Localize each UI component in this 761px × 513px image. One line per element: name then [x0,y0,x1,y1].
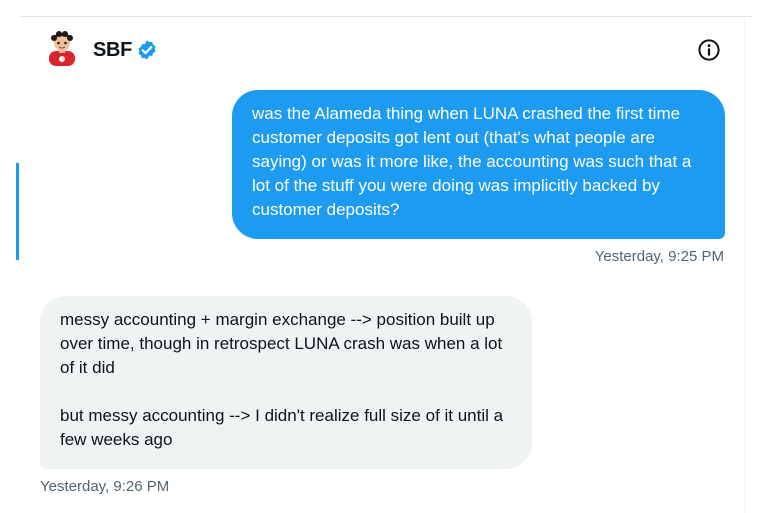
sent-message-bubble[interactable]: was the Alameda thing when LUNA crashed … [232,90,725,239]
verified-badge-icon [138,40,156,60]
panel-top-border [20,16,752,17]
active-conversation-indicator [16,163,19,260]
cartoon-avatar-icon [49,31,75,66]
panel-right-border [744,16,745,513]
conversation-header: SBF [0,30,745,74]
sent-message-timestamp: Yesterday, 9:25 PM [594,248,724,265]
received-message-bubble[interactable]: messy accounting + margin exchange --> p… [40,296,532,469]
received-message-timestamp: Yesterday, 9:26 PM [40,478,170,495]
info-circle-icon[interactable] [697,38,721,62]
avatar[interactable] [45,30,79,66]
conversation-name[interactable]: SBF [93,39,132,62]
